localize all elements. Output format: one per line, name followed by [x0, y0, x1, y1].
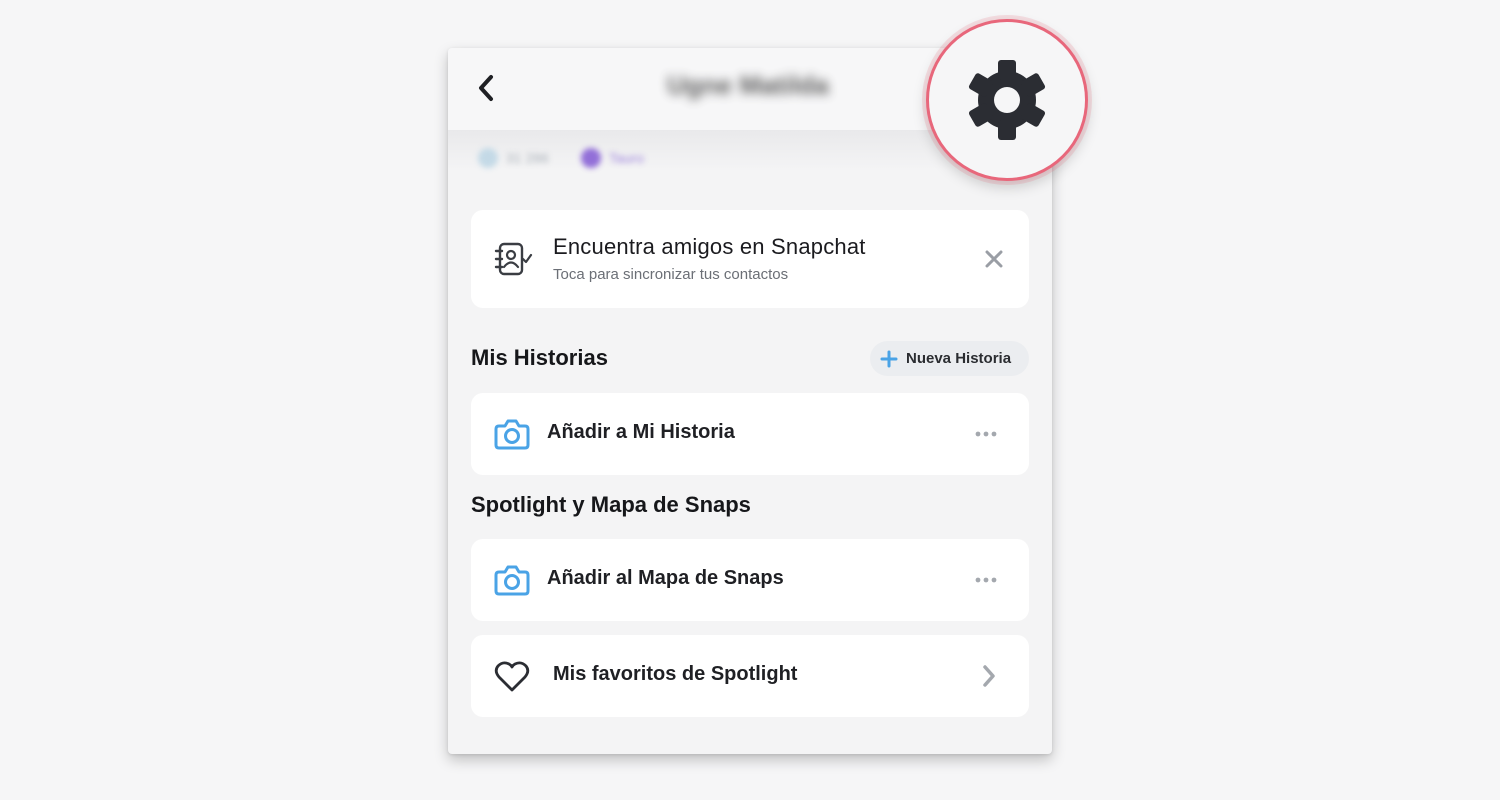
- dismiss-button[interactable]: [981, 246, 1007, 272]
- contacts-book-icon: [494, 242, 533, 276]
- gear-icon: [968, 60, 1046, 140]
- profile-name: Ugne Matilda: [667, 70, 829, 100]
- add-to-map-label: Añadir al Mapa de Snaps: [547, 567, 784, 589]
- map-more-button[interactable]: [971, 569, 1001, 591]
- profile-badges: 31 286 Tauro: [478, 145, 644, 171]
- find-friends-subtitle: Toca para sincronizar tus contactos: [553, 266, 789, 283]
- back-button[interactable]: [472, 68, 502, 108]
- my-stories-heading: Mis Historias: [471, 345, 608, 370]
- camera-icon: [494, 419, 530, 450]
- snap-score-badge[interactable]: 31 286: [478, 148, 549, 168]
- spotlight-favorites-label: Mis favoritos de Spotlight: [553, 663, 798, 685]
- favorites-open-button[interactable]: [977, 661, 1001, 691]
- find-friends-title: Encuentra amigos en Snapchat: [553, 234, 866, 259]
- spotlight-favorites-row[interactable]: Mis favoritos de Spotlight: [471, 635, 1029, 717]
- snap-score-value: 31 286: [506, 150, 549, 166]
- close-icon: [985, 250, 1003, 268]
- settings-button[interactable]: [926, 19, 1088, 181]
- more-dots-icon: [975, 431, 997, 437]
- chevron-left-icon: [479, 75, 493, 101]
- add-to-map-row[interactable]: Añadir al Mapa de Snaps: [471, 539, 1029, 621]
- add-to-story-row[interactable]: Añadir a Mi Historia: [471, 393, 1029, 475]
- zodiac-icon: [580, 148, 601, 168]
- heart-icon: [494, 661, 530, 692]
- plus-icon: [880, 350, 898, 367]
- new-story-label: Nueva Historia: [906, 350, 1012, 367]
- find-friends-card[interactable]: Encuentra amigos en Snapchat Toca para s…: [471, 210, 1029, 308]
- new-story-button[interactable]: Nueva Historia: [870, 341, 1029, 376]
- chevron-right-icon: [983, 665, 995, 687]
- story-more-button[interactable]: [971, 423, 1001, 445]
- screen: Ugne Matilda 31 286 Tauro Encuentra amig…: [0, 0, 1500, 800]
- spotlight-heading: Spotlight y Mapa de Snaps: [471, 492, 751, 517]
- zodiac-badge[interactable]: Tauro: [580, 148, 644, 168]
- more-dots-icon: [975, 577, 997, 583]
- camera-icon: [494, 565, 530, 596]
- zodiac-label: Tauro: [608, 150, 644, 166]
- add-to-story-label: Añadir a Mi Historia: [547, 421, 735, 443]
- snap-score-icon: [478, 148, 498, 168]
